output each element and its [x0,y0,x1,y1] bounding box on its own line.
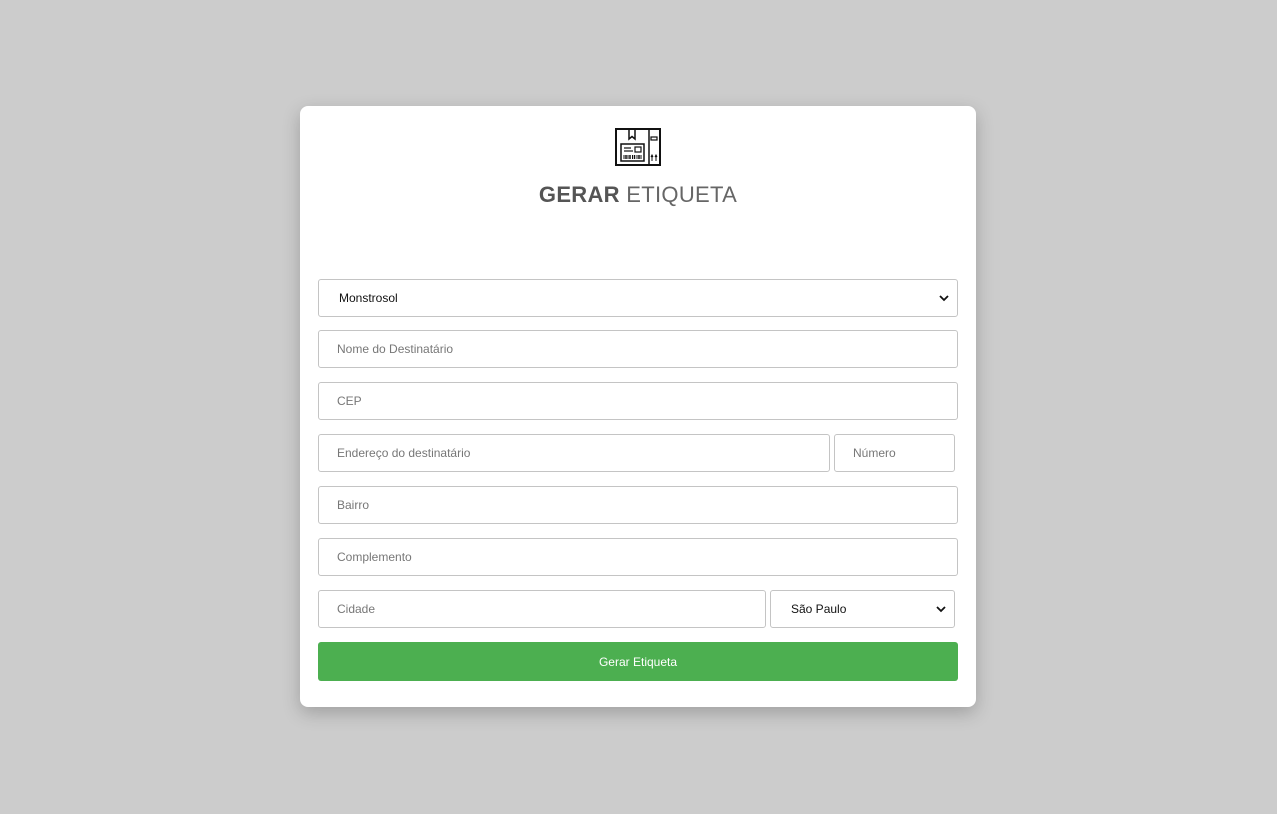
label-form-card: GERAR ETIQUETA Monstrosol São Paulo Gera… [300,106,976,707]
generate-label-button[interactable]: Gerar Etiqueta [318,642,958,681]
state-select[interactable]: São Paulo [770,590,955,628]
page-title-light: ETIQUETA [626,182,738,207]
neighborhood-input[interactable] [318,486,958,524]
recipient-name-input[interactable] [318,330,958,368]
chevron-down-icon [939,295,949,302]
chevron-down-icon [936,606,946,613]
sender-select[interactable]: Monstrosol [318,279,958,317]
page-title-bold: GERAR [538,182,620,207]
city-input[interactable] [318,590,766,628]
package-label-icon [615,128,661,166]
address-input[interactable] [318,434,830,472]
number-input[interactable] [834,434,955,472]
page-title: GERAR ETIQUETA [300,182,976,208]
sender-select-value: Monstrosol [339,291,398,305]
cep-input[interactable] [318,382,958,420]
state-select-value: São Paulo [791,602,847,616]
complement-input[interactable] [318,538,958,576]
